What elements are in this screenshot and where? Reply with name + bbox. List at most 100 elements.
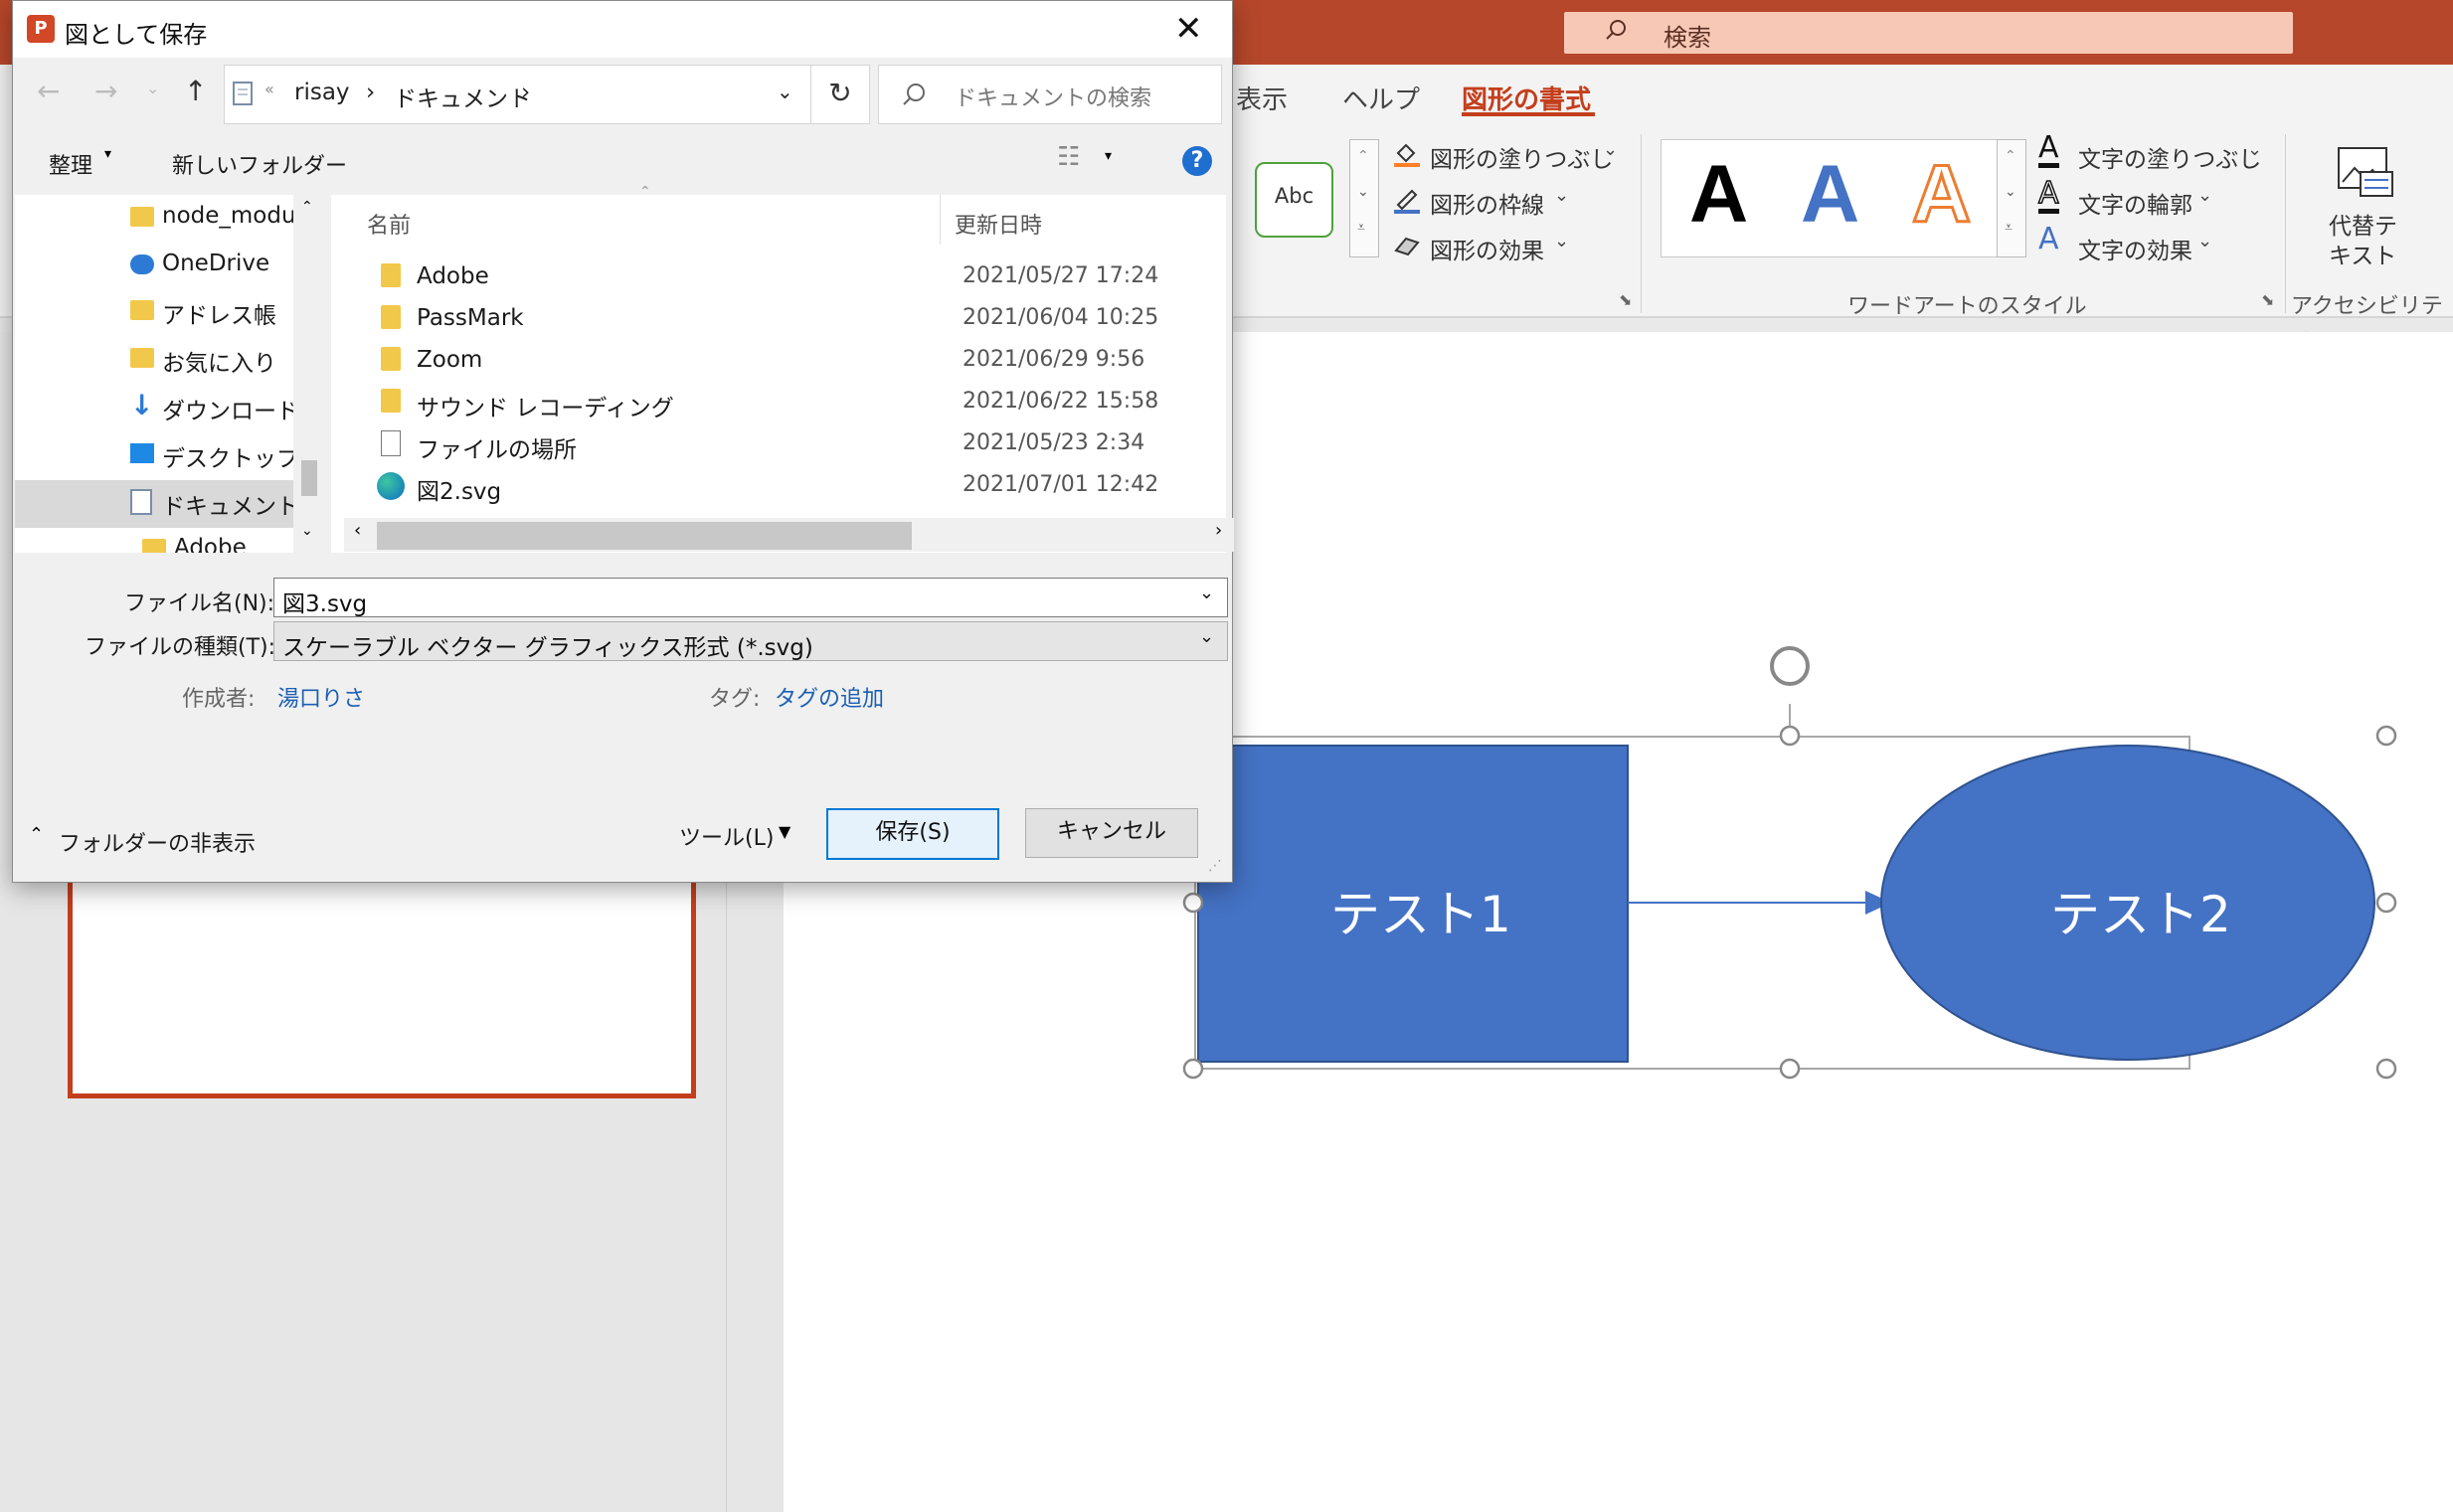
tab-view[interactable]: 表示	[1236, 80, 1288, 116]
chevron-down-icon[interactable]: ▼	[779, 822, 790, 841]
chevron-down-icon[interactable]: ⌄	[1199, 583, 1214, 603]
filetype-select[interactable]: スケーラブル ベクター グラフィックス形式 (*.svg) ⌄	[273, 621, 1228, 661]
chevron-down-icon: ⌄	[2197, 231, 2213, 252]
file-name[interactable]: ファイルの場所	[417, 430, 577, 464]
column-separator[interactable]	[940, 195, 941, 245]
file-name[interactable]: Adobe	[417, 263, 489, 289]
shape-style-gallery-scroll[interactable]: ⌃ ⌄ ⩡	[1349, 139, 1379, 257]
alt-text-button[interactable]: 代替テ キスト	[2317, 139, 2426, 269]
nav-item-contacts[interactable]: アドレス帳	[162, 296, 276, 330]
refresh-icon[interactable]: ↻	[810, 65, 870, 124]
wordart-gallery[interactable]: A A A	[1661, 139, 2018, 257]
text-outline-icon: A	[2037, 178, 2059, 214]
nav-scrollbar[interactable]: ⌃ ⌄	[293, 195, 323, 553]
dialog-search-box[interactable]: ドキュメントの検索	[878, 65, 1222, 124]
filename-value[interactable]: 図3.svg	[282, 585, 367, 618]
resize-grip-icon[interactable]: ⋰	[1208, 858, 1222, 874]
breadcrumb-documents[interactable]: ドキュメント	[394, 80, 531, 113]
file-name[interactable]: Zoom	[417, 347, 482, 373]
app-search-box[interactable]: 検索	[1564, 12, 2293, 54]
address-bar[interactable]: « risay › ドキュメント › ⌄	[224, 65, 812, 124]
file-date: 2021/05/27 17:24	[963, 263, 1159, 288]
chevron-down-icon[interactable]: ⌄	[301, 523, 313, 539]
file-date: 2021/06/22 15:58	[963, 389, 1159, 414]
folder-icon	[381, 305, 401, 329]
organize-menu[interactable]: 整理	[49, 148, 92, 180]
breadcrumb-risay[interactable]: risay	[294, 80, 350, 105]
chevron-up-icon[interactable]: ⌃	[2005, 148, 2016, 164]
file-date: 2021/07/01 12:42	[963, 472, 1159, 497]
view-options-icon[interactable]: ☷	[1057, 142, 1080, 172]
nav-scroll-thumb[interactable]	[301, 460, 317, 496]
group-separator	[1641, 134, 1642, 313]
chevron-down-icon: ⌄	[1554, 231, 1570, 252]
chevron-down-icon[interactable]: ▾	[104, 146, 111, 162]
author-value[interactable]: 湯口りさ	[277, 681, 365, 713]
wordart-black[interactable]: A	[1689, 148, 1748, 242]
file-date: 2021/06/04 10:25	[963, 305, 1159, 330]
chevron-left-icon[interactable]: ‹	[354, 520, 361, 541]
filetype-value[interactable]: スケーラブル ベクター グラフィックス形式 (*.svg)	[282, 628, 813, 662]
file-name[interactable]: 図2.svg	[417, 472, 501, 506]
nav-item-downloads[interactable]: ダウンロード	[162, 392, 293, 425]
nav-item-desktop[interactable]: デスクトップ	[162, 439, 293, 473]
file-list-hscroll-thumb[interactable]	[377, 522, 912, 550]
breadcrumb-chevron-icon[interactable]: ›	[366, 80, 375, 105]
nav-item-onedrive[interactable]: OneDrive	[162, 251, 269, 276]
chevron-down-icon[interactable]: ⌄	[1199, 626, 1214, 647]
chevron-down-icon[interactable]: ▾	[1105, 148, 1112, 164]
filetype-label: ファイルの種類(T):	[85, 635, 276, 660]
column-header-name[interactable]: 名前	[367, 208, 411, 240]
alt-text-label-line2: キスト	[2329, 244, 2397, 269]
nav-item-adobe[interactable]: Adobe	[174, 535, 247, 553]
chevron-right-icon[interactable]: ›	[1215, 520, 1222, 541]
file-name[interactable]: サウンド レコーディング	[417, 389, 674, 422]
help-icon[interactable]: ?	[1182, 146, 1212, 176]
tab-help[interactable]: ヘルプ	[1342, 80, 1420, 116]
filename-input[interactable]: 図3.svg ⌄	[273, 578, 1228, 617]
dialog-title-bar[interactable]: P 図として保存 ✕	[13, 1, 1232, 58]
gallery-more-icon[interactable]: ⩡	[1357, 220, 1365, 236]
chevron-down-icon[interactable]: ⌄	[2005, 184, 2016, 200]
rotate-handle-icon[interactable]	[1770, 646, 1810, 686]
dialog-launcher-icon[interactable]: ⬊	[2261, 290, 2274, 309]
new-folder-button[interactable]: 新しいフォルダー	[172, 148, 347, 180]
chevron-up-icon[interactable]: ⌃	[1357, 148, 1369, 164]
search-icon	[903, 84, 925, 105]
breadcrumb-chevron-icon[interactable]: ›	[521, 80, 530, 105]
back-arrow-icon[interactable]: ←	[37, 75, 60, 107]
chevron-down-icon[interactable]: ⌄	[1357, 184, 1369, 200]
wordart-gallery-scroll[interactable]: ⌃ ⌄ ⩡	[1997, 139, 2026, 257]
tools-menu[interactable]: ツール(L)	[679, 820, 774, 852]
file-name[interactable]: PassMark	[417, 305, 524, 331]
nav-item-favorites[interactable]: お気に入り	[162, 344, 276, 378]
chevron-down-icon: ⌄	[2247, 139, 2263, 160]
gallery-more-icon[interactable]: ⩡	[2005, 220, 2013, 236]
tags-value[interactable]: タグの追加	[775, 681, 884, 713]
dialog-launcher-icon[interactable]: ⬊	[1619, 290, 1632, 309]
tab-shape-format[interactable]: 図形の書式	[1462, 80, 1591, 116]
alt-text-label-line1: 代替テ	[2329, 214, 2397, 240]
wordart-orange-outline[interactable]: A	[1910, 148, 1972, 242]
folder-icon	[381, 389, 401, 413]
chevron-up-icon[interactable]: ⌃	[301, 199, 313, 215]
address-overflow-icon[interactable]: «	[264, 80, 274, 98]
save-button[interactable]: 保存(S)	[826, 808, 999, 860]
shape-style-preset[interactable]: Abc	[1255, 162, 1333, 238]
forward-arrow-icon[interactable]: →	[94, 75, 117, 107]
slide-shapes	[1182, 646, 2397, 1080]
column-header-date[interactable]: 更新日時	[955, 208, 1042, 240]
up-arrow-icon[interactable]: ↑	[184, 75, 207, 107]
close-icon[interactable]: ✕	[1174, 9, 1203, 49]
nav-item-documents[interactable]: ドキュメント	[162, 487, 293, 521]
recent-locations-icon[interactable]: ⌄	[146, 79, 159, 97]
chevron-down-icon: ⌄	[1603, 139, 1619, 160]
folder-icon	[130, 207, 154, 227]
nav-item-node-modules[interactable]: node_modu	[162, 203, 293, 229]
tags-label: タグ:	[709, 687, 761, 712]
cancel-button[interactable]: キャンセル	[1025, 808, 1198, 858]
address-dropdown-icon[interactable]: ⌄	[777, 80, 793, 103]
chevron-up-icon: ⌃	[29, 824, 45, 845]
text-fill-label: 文字の塗りつぶし	[2078, 147, 2262, 173]
wordart-blue[interactable]: A	[1801, 148, 1859, 242]
